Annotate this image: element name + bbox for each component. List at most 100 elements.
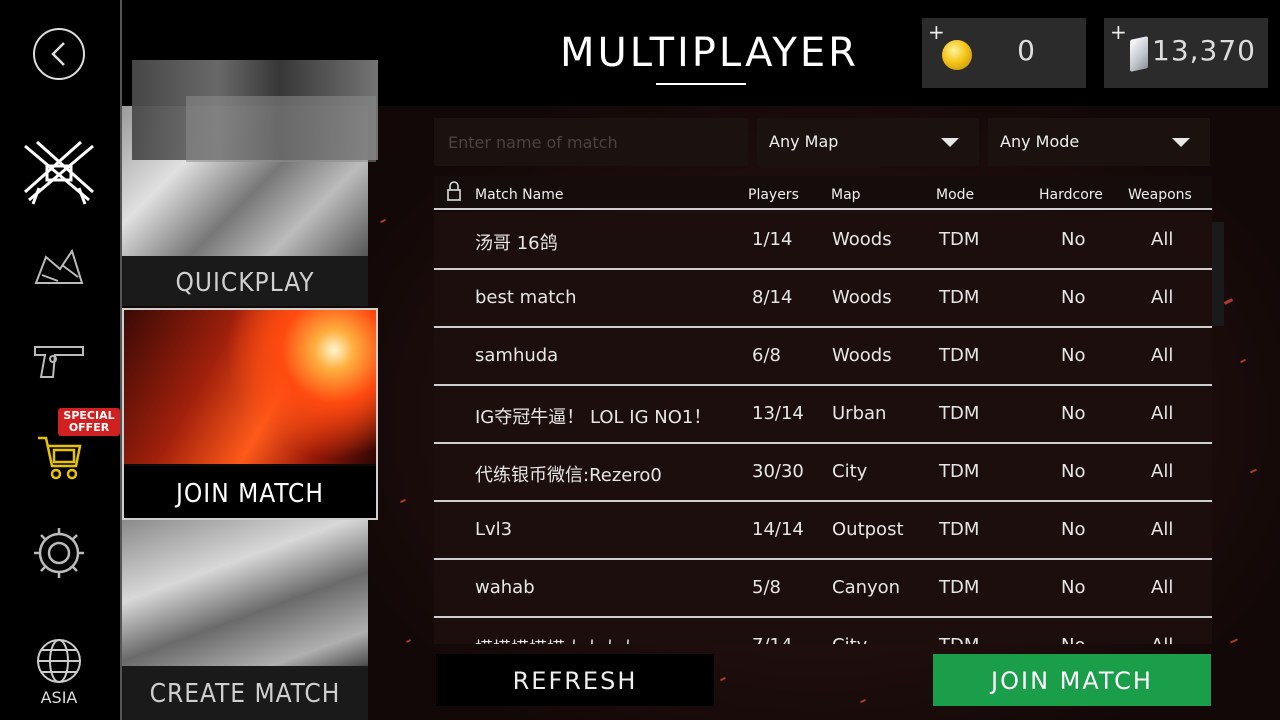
- silver-currency[interactable]: + 13,370: [1104, 18, 1268, 88]
- join-match-card[interactable]: JOIN MATCH: [122, 308, 378, 520]
- match-map: Urban: [832, 403, 887, 424]
- col-header-mode[interactable]: Mode: [936, 187, 974, 203]
- create-match-card[interactable]: CREATE MATCH: [122, 520, 368, 720]
- gold-currency[interactable]: + 0: [922, 18, 1086, 88]
- match-hardcore: No: [1061, 403, 1086, 424]
- mode-filter-dropdown[interactable]: Any Mode: [988, 118, 1210, 166]
- table-row[interactable]: samhuda 6/8 Woods TDM No All: [434, 328, 1212, 386]
- match-players: 8/14: [752, 287, 793, 308]
- match-hardcore: No: [1061, 345, 1086, 366]
- match-players: 7/14: [752, 635, 792, 644]
- list-scrollbar[interactable]: [1212, 222, 1224, 326]
- table-row[interactable]: Lvl3 14/14 Outpost TDM No All: [434, 502, 1212, 560]
- match-map: Woods: [832, 287, 892, 308]
- col-header-map[interactable]: Map: [831, 187, 861, 203]
- col-header-hardcore[interactable]: Hardcore: [1039, 187, 1103, 203]
- match-name: best match: [475, 287, 577, 308]
- table-row[interactable]: best match 8/14 Woods TDM No All: [434, 270, 1212, 328]
- match-name: 汤哥 16鸽: [475, 233, 558, 254]
- shop-cart-icon[interactable]: [0, 430, 118, 482]
- chevron-down-icon: [1172, 138, 1190, 147]
- mode-filter-value: Any Mode: [1000, 132, 1080, 151]
- match-weapons: All: [1151, 229, 1174, 250]
- lock-icon: [447, 181, 461, 201]
- match-hardcore: No: [1061, 287, 1086, 308]
- match-mode: TDM: [939, 403, 980, 424]
- match-hardcore: No: [1061, 519, 1086, 540]
- settings-gear-icon[interactable]: [0, 526, 118, 580]
- pistol-icon[interactable]: [0, 342, 118, 382]
- join-match-label: JOIN MATCH: [124, 466, 376, 518]
- blurred-overlay-secondary: [186, 96, 376, 162]
- match-mode: TDM: [939, 461, 980, 482]
- match-players: 5/8: [752, 577, 781, 598]
- col-header-name[interactable]: Match Name: [475, 187, 563, 203]
- globe-region-icon[interactable]: [0, 636, 118, 686]
- map-filter-dropdown[interactable]: Any Map: [757, 118, 979, 166]
- match-players: 14/14: [752, 519, 804, 540]
- match-hardcore: No: [1061, 635, 1085, 644]
- join-match-thumbnail: [124, 310, 376, 464]
- gold-coin-icon: [942, 40, 972, 70]
- match-map: Woods: [832, 345, 892, 366]
- match-mode: TDM: [939, 519, 980, 540]
- title-underline: [656, 83, 746, 85]
- match-mode: TDM: [939, 577, 980, 598]
- match-name: samhuda: [475, 345, 559, 366]
- table-row[interactable]: 汤哥 16鸽 1/14 Woods TDM No All: [434, 212, 1212, 270]
- match-map: Outpost: [832, 519, 904, 540]
- col-header-weapons[interactable]: Weapons: [1128, 187, 1192, 203]
- match-weapons: All: [1151, 287, 1174, 308]
- add-gold-icon[interactable]: +: [928, 20, 945, 44]
- create-match-thumbnail: [122, 520, 368, 666]
- match-weapons: All: [1151, 461, 1174, 482]
- match-mode: TDM: [939, 229, 980, 250]
- join-match-button[interactable]: JOIN MATCH: [933, 654, 1211, 706]
- table-row[interactable]: wahab 5/8 Canyon TDM No All: [434, 560, 1212, 618]
- match-weapons: All: [1151, 577, 1174, 598]
- gold-amount: 0: [1017, 34, 1036, 67]
- match-name: 摸摸摸摸摸大大大大: [475, 635, 637, 644]
- match-hardcore: No: [1061, 229, 1086, 250]
- side-navigation: SPECIAL OFFER ASIA: [0, 0, 122, 720]
- create-match-label: CREATE MATCH: [122, 666, 368, 720]
- multiplayer-crossed-guns-icon[interactable]: [0, 136, 118, 212]
- region-label[interactable]: ASIA: [0, 688, 118, 707]
- page-title: MULTIPLAYER: [560, 30, 859, 76]
- match-map: Woods: [832, 229, 892, 250]
- match-name: wahab: [475, 577, 535, 598]
- map-filter-value: Any Map: [769, 132, 839, 151]
- match-weapons: All: [1151, 635, 1173, 644]
- match-mode: TDM: [939, 345, 980, 366]
- map-icon[interactable]: [0, 246, 118, 288]
- table-row[interactable]: 摸摸摸摸摸大大大大 7/14 City TDM No All: [434, 618, 1212, 644]
- match-weapons: All: [1151, 519, 1174, 540]
- table-header: Match Name Players Map Mode Hardcore Wea…: [434, 176, 1212, 210]
- add-silver-icon[interactable]: +: [1110, 20, 1127, 44]
- match-players: 6/8: [752, 345, 781, 366]
- match-map: City: [832, 461, 868, 482]
- match-players: 13/14: [752, 403, 804, 424]
- col-header-players[interactable]: Players: [748, 187, 799, 203]
- match-hardcore: No: [1061, 577, 1086, 598]
- match-weapons: All: [1151, 403, 1174, 424]
- match-mode: TDM: [939, 635, 979, 644]
- back-button[interactable]: [0, 26, 118, 82]
- match-name: IG夺冠牛逼！ LOL IG NO1！: [475, 407, 712, 428]
- match-search-input[interactable]: [434, 118, 748, 166]
- table-row[interactable]: 代练银币微信:Rezero0 30/30 City TDM No All: [434, 444, 1212, 502]
- match-players: 1/14: [752, 229, 793, 250]
- refresh-button[interactable]: REFRESH: [436, 654, 714, 706]
- quickplay-label: QUICKPLAY: [122, 256, 368, 306]
- special-offer-badge[interactable]: SPECIAL OFFER: [58, 408, 120, 436]
- silver-bar-icon: [1130, 36, 1148, 72]
- match-list: Match Name Players Map Mode Hardcore Wea…: [434, 176, 1212, 644]
- match-map: Canyon: [832, 577, 901, 598]
- table-row[interactable]: IG夺冠牛逼！ LOL IG NO1！ 13/14 Urban TDM No A…: [434, 386, 1212, 444]
- chevron-down-icon: [941, 138, 959, 147]
- match-map: City: [832, 635, 867, 644]
- match-name: Lvl3: [475, 519, 513, 540]
- match-players: 30/30: [752, 461, 804, 482]
- match-mode: TDM: [939, 287, 980, 308]
- match-name: 代练银币微信:Rezero0: [475, 465, 662, 486]
